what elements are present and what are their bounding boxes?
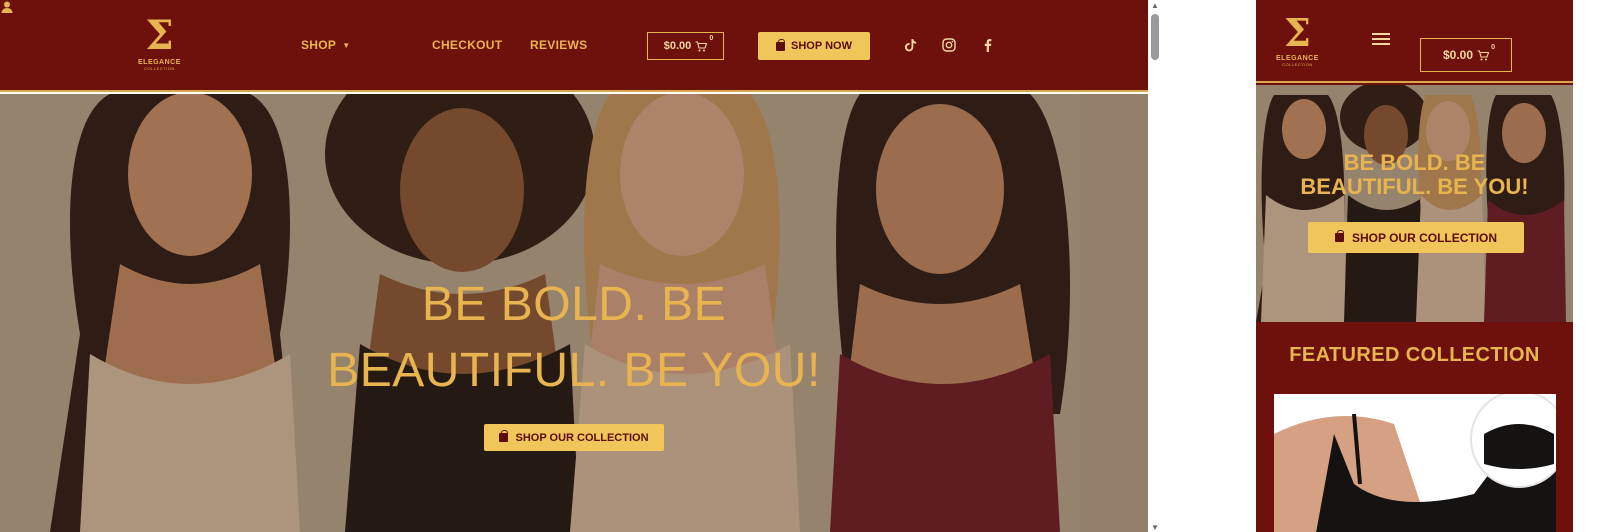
vertical-scrollbar[interactable]: ▲ ▼ <box>1148 0 1162 532</box>
nav-reviews[interactable]: REVIEWS <box>530 38 587 52</box>
mobile-hero-line1: BE BOLD. BE <box>1343 150 1486 175</box>
hero-headline: BE BOLD. BE BEAUTIFUL. BE YOU! <box>0 272 1148 404</box>
cart-count: 0 <box>1491 43 1496 51</box>
scroll-down-arrow-icon[interactable]: ▼ <box>1150 522 1160 532</box>
cart-count: 0 <box>709 34 714 42</box>
cart-icon: 0 <box>695 35 713 52</box>
mobile-hero-line2: BEAUTIFUL. BE YOU! <box>1300 174 1529 199</box>
mobile-cart-button[interactable]: $0.00 0 <box>1420 38 1512 72</box>
chevron-down-icon: ▼ <box>342 41 351 51</box>
cart-amount: $0.00 <box>1442 48 1474 62</box>
hamburger-menu-icon[interactable] <box>1372 33 1390 47</box>
logo-mark: Σ <box>1284 10 1311 55</box>
brand-logo[interactable]: Σ ELEGANCE COLLECTION <box>138 16 181 71</box>
mobile-hero-overlay <box>1256 85 1573 322</box>
mobile-hero-headline: BE BOLD. BE BEAUTIFUL. BE YOU! <box>1256 151 1573 199</box>
facebook-icon[interactable] <box>981 38 995 52</box>
featured-collection-section: FEATURED COLLECTION <box>1256 322 1573 532</box>
shop-collection-label: SHOP OUR COLLECTION <box>1351 230 1498 245</box>
site-header: Σ ELEGANCE COLLECTION SHOP ▼ CHECKOUT REV… <box>0 0 1148 92</box>
shopping-bag-icon <box>1334 230 1344 242</box>
shop-now-label: SHOP NOW <box>791 40 852 52</box>
shopping-bag-icon <box>776 38 786 51</box>
logo-name: ELEGANCE <box>138 59 181 66</box>
shop-collection-button[interactable]: SHOP OUR COLLECTION <box>484 424 664 451</box>
hero-headline-line1: BE BOLD. BE <box>421 278 727 331</box>
mobile-brand-logo[interactable]: Σ ELEGANCE COLLECTION <box>1276 14 1319 67</box>
logo-name: ELEGANCE <box>1276 55 1319 62</box>
scrollbar-thumb[interactable] <box>1151 14 1159 60</box>
cart-button[interactable]: $0.00 0 <box>647 32 724 60</box>
mobile-header: Σ ELEGANCE COLLECTION $0.00 0 <box>1256 0 1573 83</box>
product-image <box>1274 394 1556 532</box>
logo-sub: COLLECTION <box>1282 62 1313 67</box>
shopping-bag-icon <box>499 430 509 442</box>
hero-headline-line2: BEAUTIFUL. BE YOU! <box>327 344 821 397</box>
logo-mark: Σ <box>145 12 174 59</box>
instagram-icon[interactable] <box>942 38 956 52</box>
desktop-viewport: Σ ELEGANCE COLLECTION SHOP ▼ CHECKOUT REV… <box>0 0 1148 532</box>
featured-collection-title: FEATURED COLLECTION <box>1289 344 1540 366</box>
mobile-hero-banner: BE BOLD. BE BEAUTIFUL. BE YOU! SHOP OUR … <box>1256 85 1573 322</box>
user-icon[interactable] <box>0 0 14 14</box>
product-card[interactable] <box>1274 394 1556 532</box>
nav-shop-label: SHOP <box>301 38 337 52</box>
tiktok-icon[interactable] <box>904 38 918 52</box>
scroll-up-arrow-icon[interactable]: ▲ <box>1150 0 1160 10</box>
nav-checkout[interactable]: CHECKOUT <box>432 38 502 52</box>
hero-banner: BE BOLD. BE BEAUTIFUL. BE YOU! SHOP OUR … <box>0 94 1148 532</box>
browser-stage: Σ ELEGANCE COLLECTION SHOP ▼ CHECKOUT REV… <box>0 0 1600 532</box>
shop-now-button[interactable]: SHOP NOW <box>758 32 870 60</box>
mobile-shop-collection-button[interactable]: SHOP OUR COLLECTION <box>1308 222 1524 253</box>
shop-collection-label: SHOP OUR COLLECTION <box>515 431 649 444</box>
cart-amount: $0.00 <box>663 40 692 52</box>
mobile-viewport: Σ ELEGANCE COLLECTION $0.00 0 BE BOLD. B… <box>1256 0 1573 532</box>
cart-icon: 0 <box>1477 44 1495 61</box>
logo-sub: COLLECTION <box>144 66 175 71</box>
nav-shop-menu[interactable]: SHOP ▼ <box>301 38 350 52</box>
